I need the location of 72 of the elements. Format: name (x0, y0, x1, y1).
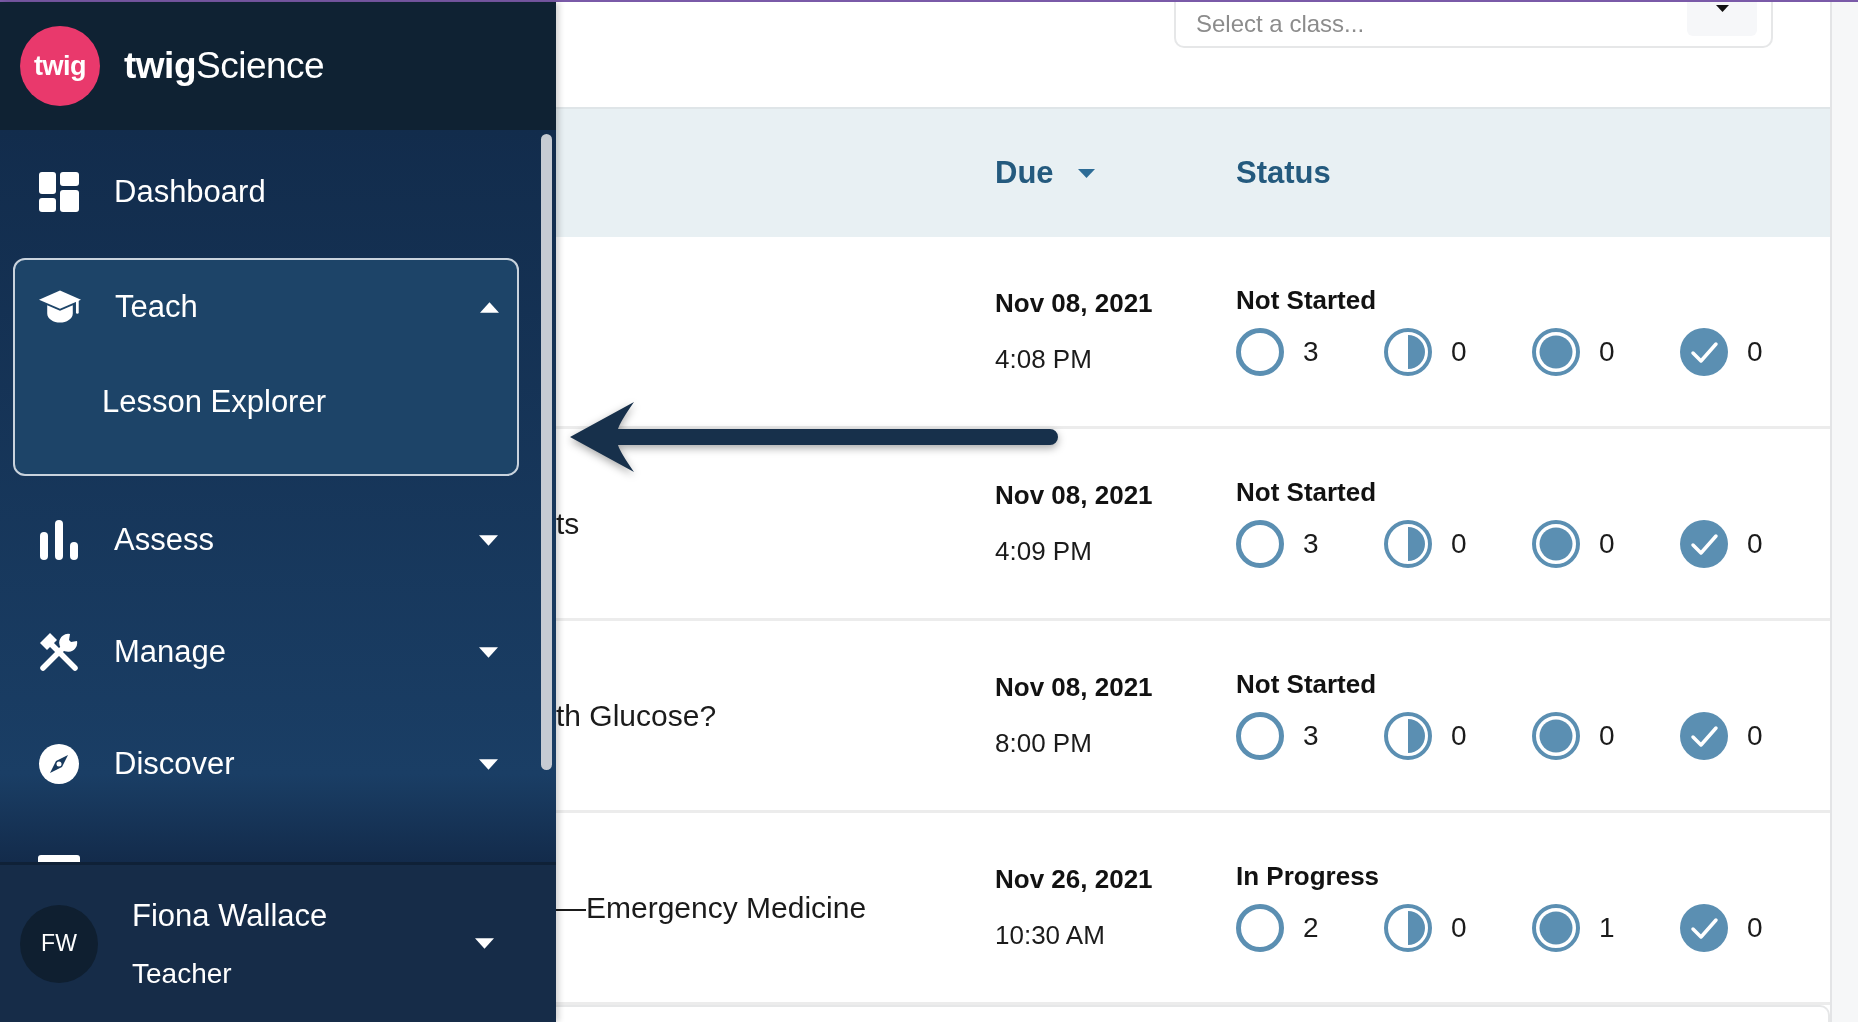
nav-item[interactable]: Dashboard (0, 138, 520, 246)
compass-icon (38, 744, 80, 784)
check-circle-icon (1680, 328, 1728, 376)
nav-subitem[interactable]: Lesson Explorer (15, 354, 346, 450)
nav-item[interactable]: Manage (0, 596, 520, 708)
user-role: Teacher (132, 956, 232, 991)
count-text: 0 (1451, 912, 1467, 944)
dropdown-button[interactable] (1687, 2, 1757, 36)
due-time: 10:30 AM (995, 919, 1105, 952)
empty-circle-icon (1236, 712, 1284, 760)
check-circle-icon (1680, 520, 1728, 568)
count-text: 0 (1747, 720, 1763, 752)
count-text: 0 (1451, 528, 1467, 560)
ringed-dot-icon (1532, 520, 1580, 568)
count-text: 2 (1303, 912, 1319, 944)
ringed-dot-icon (1532, 712, 1580, 760)
empty-circle-icon (1236, 904, 1284, 952)
due-time: 4:08 PM (995, 343, 1092, 376)
due-date: Nov 08, 2021 (995, 671, 1153, 704)
ringed-dot-icon (1532, 328, 1580, 376)
count-text: 1 (1599, 912, 1615, 944)
nav-item[interactable]: Assess (0, 484, 520, 596)
due-date: Nov 08, 2021 (995, 479, 1153, 512)
dashboard-grid-icon (38, 172, 80, 212)
column-header[interactable]: Due (995, 155, 1095, 191)
count-text: 0 (1451, 720, 1467, 752)
half-filled-circle-icon (1384, 712, 1432, 760)
count-text: 0 (1599, 336, 1615, 368)
due-date: Nov 26, 2021 (995, 863, 1153, 896)
assignment-title: ts (556, 506, 580, 541)
user-name: Fiona Wallace (132, 896, 328, 935)
check-circle-icon (1680, 712, 1728, 760)
half-filled-circle-icon (1384, 328, 1432, 376)
check-circle-icon (1680, 904, 1728, 952)
count-text: 0 (1599, 528, 1615, 560)
half-filled-circle-icon (1384, 520, 1432, 568)
nav-item[interactable]: Teach (15, 260, 517, 354)
logo-wordmark: twigScience (124, 45, 325, 87)
table-row[interactable]: th Glucose? Nov 08, 2021 8:00 PM Not Started 3 0 0 0 (556, 621, 1830, 813)
nav-item[interactable]: Discover (0, 708, 520, 820)
count-text: 3 (1303, 720, 1319, 752)
caret-down-icon (1715, 5, 1729, 12)
status-label: Not Started (1236, 284, 1377, 317)
count-text: 3 (1303, 336, 1319, 368)
column-header[interactable]: Status (1236, 155, 1331, 191)
count-text: 3 (1303, 528, 1319, 560)
empty-circle-icon (1236, 328, 1284, 376)
class-select-input[interactable]: Select a class... (1196, 9, 1687, 39)
due-time: 4:09 PM (995, 535, 1092, 568)
class-select[interactable]: Select a class... (1174, 2, 1773, 48)
crossed-tools-icon (38, 632, 80, 672)
empty-circle-icon (1236, 520, 1284, 568)
partial-nav-icon (38, 855, 80, 862)
user-avatar: FW (20, 904, 98, 983)
count-text: 0 (1747, 912, 1763, 944)
due-date: Nov 08, 2021 (995, 287, 1153, 320)
status-label: In Progress (1236, 860, 1380, 893)
assignment-title: th Glucose? (556, 698, 717, 733)
due-time: 8:00 PM (995, 727, 1092, 760)
count-text: 0 (1451, 336, 1467, 368)
half-filled-circle-icon (1384, 904, 1432, 952)
ringed-dot-icon (1532, 904, 1580, 952)
assignment-title: —Emergency Medicine (556, 890, 867, 925)
scrollbar[interactable] (541, 134, 552, 770)
logo-mark: twig (20, 26, 100, 106)
count-text: 0 (1747, 336, 1763, 368)
count-text: 0 (1599, 720, 1615, 752)
count-text: 0 (1747, 528, 1763, 560)
caret-down-icon[interactable] (475, 938, 494, 949)
bar-chart-icon (38, 520, 80, 560)
status-label: Not Started (1236, 476, 1377, 509)
status-label: Not Started (1236, 668, 1377, 701)
